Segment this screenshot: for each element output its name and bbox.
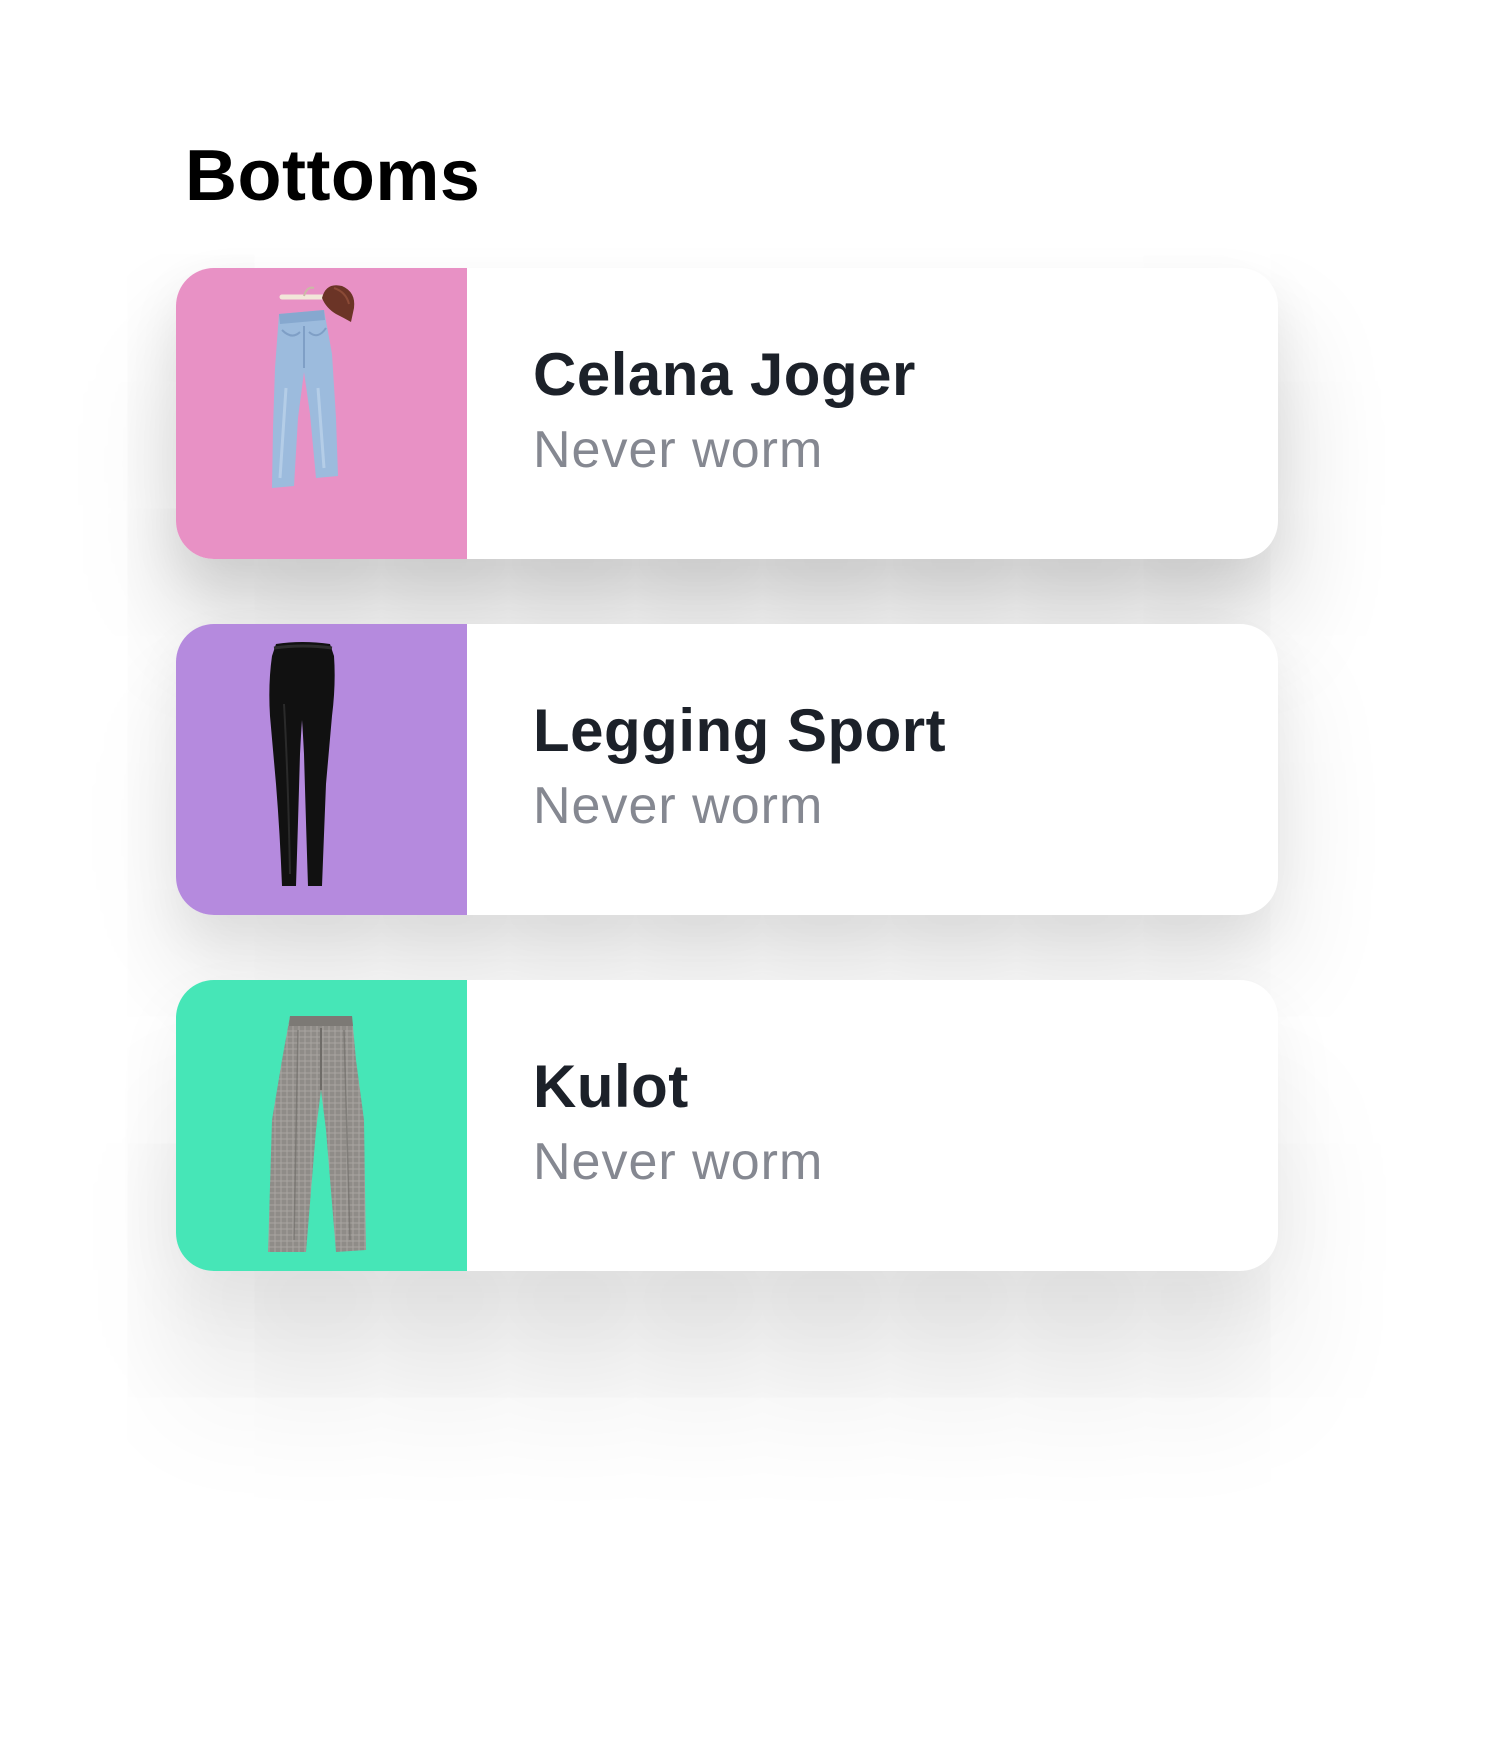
item-name: Celana Joger xyxy=(533,341,916,408)
item-status: Never worm xyxy=(533,1133,824,1191)
item-text: Celana Joger Never worm xyxy=(533,340,916,480)
item-thumbnail xyxy=(176,624,467,915)
item-thumbnail xyxy=(176,980,467,1271)
item-thumbnail xyxy=(176,268,467,559)
list-item-legging-sport[interactable]: Legging Sport Never worm xyxy=(176,624,1278,915)
list-item-celana-joger[interactable]: Celana Joger Never worm xyxy=(176,268,1278,559)
item-text: Kulot Never worm xyxy=(533,1052,823,1192)
jeans-on-hanger-icon xyxy=(176,268,467,559)
bottoms-list: Celana Joger Never worm Legging Sport Ne… xyxy=(176,268,1278,1336)
item-name: Kulot xyxy=(533,1053,689,1120)
item-status: Never worm xyxy=(533,421,824,479)
wide-trousers-icon xyxy=(176,980,467,1271)
item-text: Legging Sport Never worm xyxy=(533,696,946,836)
leggings-icon xyxy=(176,624,467,915)
item-status: Never worm xyxy=(533,777,824,835)
item-name: Legging Sport xyxy=(533,697,947,764)
section-title: Bottoms xyxy=(185,136,481,216)
list-item-kulot[interactable]: Kulot Never worm xyxy=(176,980,1278,1271)
